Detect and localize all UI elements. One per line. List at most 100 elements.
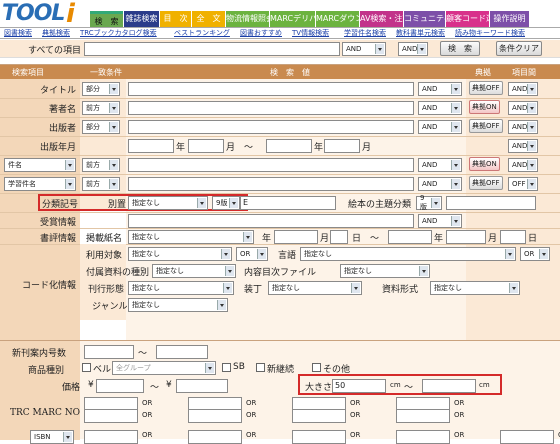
classification-sel1[interactable]: 指定なし	[128, 196, 208, 210]
target-sel[interactable]: 指定なし	[128, 247, 232, 261]
contents-sel[interactable]: 指定なし	[340, 264, 430, 278]
isbn-input-2[interactable]	[292, 430, 346, 444]
new-number-to[interactable]	[156, 345, 208, 359]
price-from[interactable]	[96, 379, 144, 393]
cont-checkbox[interactable]	[256, 363, 265, 372]
sub-link-0[interactable]: 図書検索	[4, 28, 32, 38]
learning-field-select[interactable]: 学習件名	[4, 177, 76, 191]
title-rel[interactable]: AND	[508, 82, 538, 96]
learning-rel[interactable]: OFF	[508, 177, 538, 191]
nav-tab-4[interactable]: 物流情報照会	[226, 11, 269, 27]
pubdate-y2[interactable]	[266, 139, 312, 153]
binding-sel[interactable]: 指定なし	[268, 281, 362, 295]
search-button[interactable]: 検 索	[440, 41, 480, 56]
sub-link-4[interactable]: 図書おすすめ	[240, 28, 282, 38]
picture-classification-input[interactable]	[446, 196, 536, 210]
subject-authority-toggle[interactable]: 典拠ON	[469, 157, 500, 171]
group-select[interactable]: 全グループ	[112, 361, 216, 375]
sub-link-7[interactable]: 教科書単元検索	[396, 28, 445, 38]
trc-input-1-3[interactable]	[396, 409, 450, 423]
lang-sel[interactable]: 指定なし	[300, 247, 516, 261]
classification-input[interactable]: E	[240, 196, 336, 210]
publisher-authority-toggle[interactable]: 典拠OFF	[469, 119, 503, 133]
publisher-cond[interactable]: 部分	[82, 120, 120, 134]
title-cond[interactable]: 部分	[82, 82, 120, 96]
nav-tab-8[interactable]: コミュニティ	[404, 11, 445, 27]
author-rel[interactable]: AND	[508, 101, 538, 115]
publisher-rel[interactable]: AND	[508, 120, 538, 134]
nav-tab-2[interactable]: 目 次	[160, 11, 191, 27]
review-m1-input[interactable]	[330, 230, 348, 244]
clear-button[interactable]: 条件クリア	[496, 41, 542, 56]
author-op[interactable]: AND	[418, 101, 462, 115]
material-sel[interactable]: 指定なし	[430, 281, 520, 295]
subject-field-select[interactable]: 件名	[4, 158, 76, 172]
trc-input-1-0[interactable]	[84, 409, 138, 423]
all-items-op2[interactable]: AND	[398, 42, 428, 56]
sub-link-2[interactable]: TRCブックカタログ検索	[80, 28, 157, 38]
picture-classification-sel[interactable]: 9版	[416, 194, 442, 211]
subject-input[interactable]	[128, 158, 414, 172]
new-number-from[interactable]	[84, 345, 134, 359]
size-from[interactable]: 50	[332, 379, 386, 393]
nav-tab-1[interactable]: 雑誌検索	[124, 11, 159, 27]
all-items-op1[interactable]: AND	[342, 42, 386, 56]
isbn-input-0[interactable]	[84, 430, 138, 444]
logo[interactable]: TOOL i	[2, 0, 88, 29]
review-y2-input[interactable]	[388, 230, 432, 244]
title-op[interactable]: AND	[418, 82, 462, 96]
award-op[interactable]: AND	[418, 214, 462, 228]
learning-input[interactable]	[128, 177, 414, 191]
pubdate-m2[interactable]	[324, 139, 360, 153]
classification-sel2[interactable]: 9版	[212, 196, 240, 210]
author-input[interactable]	[128, 101, 414, 115]
target-or[interactable]: OR	[236, 247, 268, 261]
sub-link-5[interactable]: TV情報検索	[292, 28, 329, 38]
nav-tab-7[interactable]: AV検索・注文	[360, 11, 403, 27]
nav-tab-10[interactable]: 操作説明	[490, 11, 529, 27]
size-to[interactable]	[422, 379, 476, 393]
review-d2-input[interactable]	[500, 230, 526, 244]
bell-checkbox[interactable]	[82, 363, 91, 372]
trc-input-1-1[interactable]	[188, 409, 242, 423]
isbn-input-3[interactable]	[396, 430, 450, 444]
subject-op[interactable]: AND	[418, 158, 462, 172]
lang-or[interactable]: OR	[520, 247, 550, 261]
review-m2-input[interactable]	[446, 230, 486, 244]
isbn-input-1[interactable]	[188, 430, 242, 444]
author-authority-toggle[interactable]: 典拠ON	[469, 100, 500, 114]
publisher-input[interactable]	[128, 120, 414, 134]
review-y1-input[interactable]	[274, 230, 318, 244]
isbn-input-4[interactable]	[500, 430, 554, 444]
nav-tab-0[interactable]: 検 索	[90, 11, 123, 27]
all-items-input[interactable]	[84, 42, 340, 56]
subject-rel[interactable]: AND	[508, 158, 538, 172]
sub-link-6[interactable]: 学習件名検索	[344, 28, 386, 38]
sub-link-3[interactable]: ベストランキング	[174, 28, 230, 38]
nav-tab-5[interactable]: MARCデリバリ	[270, 11, 315, 27]
other-checkbox[interactable]	[312, 363, 321, 372]
title-input[interactable]	[128, 82, 414, 96]
isbn-select[interactable]: ISBN	[30, 430, 74, 444]
pubdate-y1[interactable]	[128, 139, 174, 153]
nav-tab-3[interactable]: 全 文	[192, 11, 225, 27]
award-input[interactable]	[128, 214, 414, 228]
title-authority-toggle[interactable]: 典拠OFF	[469, 81, 503, 95]
learning-op[interactable]: AND	[418, 177, 462, 191]
attach-sel[interactable]: 指定なし	[152, 264, 236, 278]
pubdate-rel[interactable]: AND	[508, 139, 538, 153]
subject-cond[interactable]: 前方	[82, 158, 120, 172]
sb-checkbox[interactable]	[222, 363, 231, 372]
review-media-sel[interactable]: 指定なし	[128, 230, 254, 244]
form-sel[interactable]: 指定なし	[128, 281, 234, 295]
author-cond[interactable]: 前方	[82, 101, 120, 115]
pubdate-m1[interactable]	[188, 139, 224, 153]
learning-cond[interactable]: 前方	[82, 177, 120, 191]
publisher-op[interactable]: AND	[418, 120, 462, 134]
nav-tab-6[interactable]: MARCダウンロード	[316, 11, 359, 27]
price-to[interactable]	[176, 379, 228, 393]
sub-link-1[interactable]: 典拠検索	[42, 28, 70, 38]
sub-link-8[interactable]: 読み物キーワード検索	[455, 28, 525, 38]
nav-tab-9[interactable]: 顧客コード選択	[446, 11, 489, 27]
learning-authority-toggle[interactable]: 典拠OFF	[469, 176, 503, 190]
